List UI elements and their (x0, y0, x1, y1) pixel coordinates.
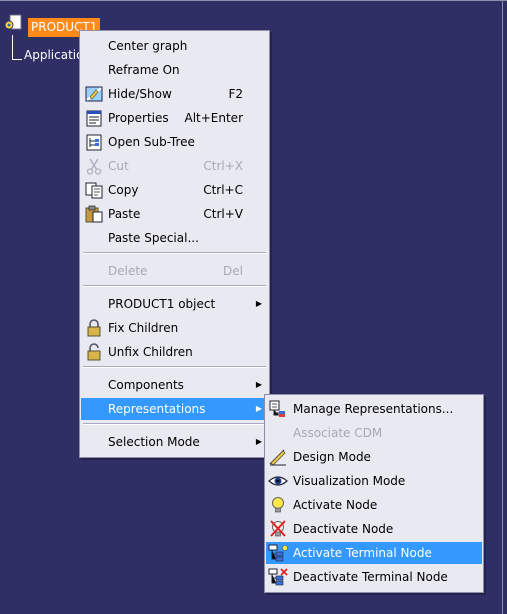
menu-item-selection-mode[interactable]: Selection Mode ▶ (81, 431, 268, 453)
menu-item-label: Components (108, 378, 184, 392)
menu-item-representations[interactable]: Representations ▶ (81, 398, 268, 420)
lock-icon (87, 319, 101, 337)
menu-item-label: Visualization Mode (293, 474, 406, 488)
product-icon[interactable] (3, 14, 23, 34)
scissors-icon (86, 158, 102, 175)
sub-tree-icon (86, 134, 102, 151)
menu-item-delete: Delete Del (81, 260, 268, 282)
menu-item-shortcut: Ctrl+X (203, 159, 243, 173)
deactivate-node-icon (270, 520, 286, 537)
menu-item-label: Deactivate Terminal Node (293, 570, 448, 584)
submenu-item-activate-terminal-node[interactable]: Activate Terminal Node (266, 542, 482, 564)
menu-item-label: Open Sub-Tree (108, 135, 195, 149)
properties-icon (86, 110, 102, 127)
menu-item-shortcut: Del (223, 264, 243, 278)
menu-item-shortcut: F2 (228, 87, 243, 101)
menu-item-label: Activate Terminal Node (293, 546, 432, 560)
window-frame-right (502, 0, 503, 614)
menu-item-hide-show[interactable]: Hide/Show F2 (81, 83, 268, 105)
submenu-arrow-icon: ▶ (255, 380, 262, 389)
deactivate-terminal-node-icon (268, 568, 288, 586)
menu-item-label: Activate Node (293, 498, 378, 512)
manage-representations-icon (269, 400, 285, 417)
menu-item-properties[interactable]: Properties Alt+Enter (81, 107, 268, 129)
hide-show-icon (85, 86, 103, 102)
menu-item-label: Cut (108, 159, 129, 173)
activate-terminal-node-icon (268, 544, 288, 562)
representations-submenu: Manage Representations... Associate CDM … (264, 394, 484, 593)
menu-item-label: Paste (108, 207, 141, 221)
menu-separator (83, 423, 266, 425)
menu-item-label: Reframe On (108, 63, 180, 77)
menu-separator (83, 285, 266, 287)
copy-icon (85, 182, 103, 199)
submenu-item-activate-node[interactable]: Activate Node (266, 494, 482, 516)
menu-item-paste-special[interactable]: Paste Special... (81, 227, 268, 249)
menu-item-copy[interactable]: Copy Ctrl+C (81, 179, 268, 201)
submenu-item-design-mode[interactable]: Design Mode (266, 446, 482, 468)
menu-item-shortcut: Alt+Enter (184, 111, 243, 125)
menu-item-label: Hide/Show (108, 87, 172, 101)
menu-item-shortcut: Ctrl+C (203, 183, 243, 197)
submenu-item-deactivate-node[interactable]: Deactivate Node (266, 518, 482, 540)
menu-item-label: Center graph (108, 39, 188, 53)
menu-item-label: Copy (108, 183, 139, 197)
eye-icon (268, 476, 288, 486)
menu-item-center-graph[interactable]: Center graph (81, 35, 268, 57)
submenu-arrow-icon: ▶ (255, 404, 262, 413)
menu-item-product1-object[interactable]: PRODUCT1 object ▶ (81, 293, 268, 315)
submenu-item-manage-representations[interactable]: Manage Representations... (266, 398, 482, 420)
unlock-icon (87, 343, 101, 361)
menu-item-cut: Cut Ctrl+X (81, 155, 268, 177)
submenu-item-visualization-mode[interactable]: Visualization Mode (266, 470, 482, 492)
menu-item-label: Associate CDM (293, 426, 383, 440)
lightbulb-icon (272, 497, 284, 513)
menu-item-label: Delete (108, 264, 148, 278)
menu-item-label: Deactivate Node (293, 522, 394, 536)
menu-item-label: PRODUCT1 object (108, 297, 216, 311)
submenu-arrow-icon: ▶ (255, 299, 262, 308)
menu-item-label: Unfix Children (108, 345, 193, 359)
submenu-item-associate-cdm: Associate CDM (266, 422, 482, 444)
menu-item-label: Representations (108, 402, 206, 416)
menu-item-label: Design Mode (293, 450, 371, 464)
submenu-item-deactivate-terminal-node[interactable]: Deactivate Terminal Node (266, 566, 482, 588)
menu-separator (83, 366, 266, 368)
menu-item-label: Properties (108, 111, 169, 125)
menu-separator (83, 252, 266, 254)
menu-item-components[interactable]: Components ▶ (81, 374, 268, 396)
submenu-arrow-icon: ▶ (255, 437, 262, 446)
context-menu: Center graph Reframe On Hide/Show F2 Pro… (79, 30, 270, 458)
menu-item-label: Selection Mode (108, 435, 200, 449)
menu-item-shortcut: Ctrl+V (203, 207, 243, 221)
menu-item-unfix-children[interactable]: Unfix Children (81, 341, 268, 363)
menu-item-reframe-on[interactable]: Reframe On (81, 59, 268, 81)
menu-item-label: Manage Representations... (293, 402, 454, 416)
menu-item-paste[interactable]: Paste Ctrl+V (81, 203, 268, 225)
menu-item-label: Paste Special... (108, 231, 199, 245)
tree-connector (12, 35, 22, 60)
design-mode-icon (269, 449, 286, 466)
menu-item-open-sub-tree[interactable]: Open Sub-Tree (81, 131, 268, 153)
paste-icon (85, 205, 103, 223)
window-frame-top (0, 0, 507, 1)
menu-item-fix-children[interactable]: Fix Children (81, 317, 268, 339)
menu-item-label: Fix Children (108, 321, 179, 335)
